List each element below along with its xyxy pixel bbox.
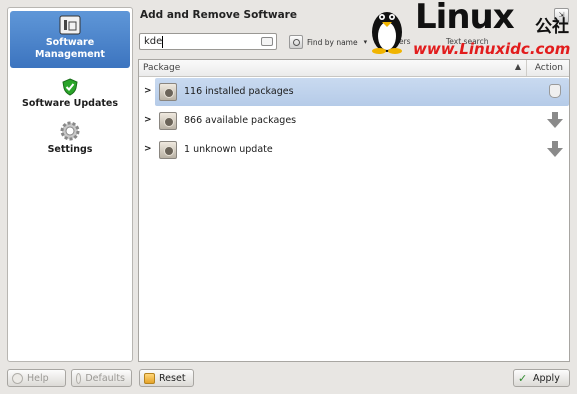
expand-arrow-icon[interactable]: > <box>144 144 152 154</box>
sidebar-item-label: Software Updates <box>21 98 119 109</box>
help-icon <box>12 372 23 384</box>
checkmark-icon: ✓ <box>518 371 528 385</box>
sidebar-item-settings[interactable]: Settings <box>10 116 130 156</box>
row-label: 116 installed packages <box>184 86 294 97</box>
shield-check-icon <box>62 78 78 96</box>
sort-up-icon: ▲ <box>514 62 521 71</box>
clear-search-icon[interactable] <box>261 37 273 46</box>
expand-arrow-icon[interactable]: > <box>144 115 152 125</box>
filters-label[interactable]: ters <box>396 37 411 46</box>
software-management-icon <box>59 15 81 35</box>
package-icon <box>159 141 177 159</box>
column-header-action[interactable]: Action <box>535 63 563 73</box>
find-by-label: Find by name <box>307 37 358 47</box>
help-label: Help <box>27 372 49 384</box>
chevron-down-icon: ▾ <box>363 38 368 46</box>
reset-label: Reset <box>159 372 186 384</box>
defaults-button[interactable]: Defaults <box>71 369 132 387</box>
watermark-url: www.Linuxidc.com <box>413 40 571 58</box>
menu-button[interactable]: ⇲ <box>554 8 569 23</box>
sidebar: Software Management Software Updates Set… <box>7 7 133 362</box>
apply-button[interactable]: ✓ Apply <box>513 369 570 387</box>
help-button[interactable]: Help <box>7 369 66 387</box>
apply-label: Apply <box>533 372 560 384</box>
search-input[interactable]: kde <box>139 33 277 50</box>
find-icon <box>289 35 303 49</box>
table-row[interactable]: > 116 installed packages <box>139 78 569 106</box>
expand-arrow-icon[interactable]: > <box>144 86 152 96</box>
package-icon <box>159 83 177 101</box>
table-row[interactable]: > 866 available packages <box>139 107 569 135</box>
row-label: 1 unknown update <box>184 144 273 155</box>
defaults-icon <box>76 372 82 384</box>
package-icon <box>159 112 177 130</box>
sidebar-item-software-management[interactable]: Software Management <box>10 11 130 68</box>
gear-icon <box>60 121 80 141</box>
table-row[interactable]: > 1 unknown update <box>139 136 569 164</box>
reset-button[interactable]: Reset <box>139 369 194 387</box>
tux-penguin-icon <box>372 12 402 54</box>
watermark: Linux 公社 www.Linuxidc.com <box>365 0 577 60</box>
find-by-dropdown[interactable]: Find by name ▾ <box>289 34 367 50</box>
column-divider <box>526 60 527 76</box>
column-header-package[interactable]: Package <box>143 63 180 73</box>
text-search-label[interactable]: Text search <box>446 37 488 46</box>
text-caret <box>162 36 163 48</box>
remove-icon[interactable] <box>547 83 563 101</box>
sidebar-item-label: Settings <box>47 144 93 155</box>
defaults-label: Defaults <box>85 372 125 384</box>
install-arrow-icon[interactable] <box>547 141 563 159</box>
table-header: Package ▲ Action <box>139 60 569 77</box>
page-title: Add and Remove Software <box>140 9 297 21</box>
install-arrow-icon[interactable] <box>547 112 563 130</box>
watermark-logo: Linux <box>415 0 515 37</box>
row-label: 866 available packages <box>184 115 297 126</box>
search-value: kde <box>144 36 163 47</box>
package-table: Package ▲ Action > 116 installed package… <box>138 59 570 362</box>
reset-icon <box>144 372 155 384</box>
sidebar-item-label: Software Management <box>35 37 105 60</box>
sidebar-item-software-updates[interactable]: Software Updates <box>10 74 130 110</box>
